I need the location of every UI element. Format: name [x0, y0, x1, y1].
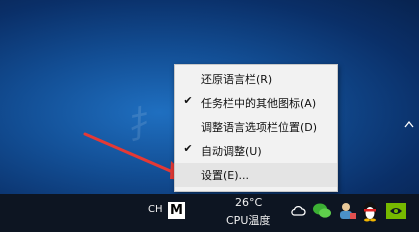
user-tool-icon[interactable]	[337, 201, 357, 221]
desktop-watermark: 扌	[121, 100, 168, 149]
taskbar: CH 26°C CPU温度	[0, 194, 419, 232]
ime-mode-icon[interactable]: M	[168, 202, 185, 219]
nvidia-icon[interactable]	[385, 202, 407, 220]
chevron-up-icon[interactable]	[403, 118, 415, 132]
menu-item-label: 设置(E)...	[201, 169, 250, 182]
menu-item-adjust-language-bar-position[interactable]: 调整语言选项栏位置(D)	[175, 115, 337, 139]
checkmark-icon: ✔	[183, 94, 193, 107]
language-bar-context-menu: 还原语言栏(R) ✔ 任务栏中的其他图标(A) 调整语言选项栏位置(D) ✔ 自…	[174, 64, 338, 192]
language-indicator[interactable]: CH	[148, 204, 163, 215]
menu-item-label: 自动调整(U)	[201, 145, 262, 158]
menu-item-restore-language-bar[interactable]: 还原语言栏(R)	[175, 67, 337, 91]
menu-item-auto-adjust[interactable]: ✔ 自动调整(U)	[175, 139, 337, 163]
menu-item-label: 还原语言栏(R)	[201, 73, 273, 86]
menu-item-other-taskbar-icons[interactable]: ✔ 任务栏中的其他图标(A)	[175, 91, 337, 115]
cpu-temperature-label: CPU温度	[226, 214, 271, 227]
checkmark-icon: ✔	[183, 142, 193, 155]
menu-item-label: 调整语言选项栏位置(D)	[201, 121, 318, 134]
qq-penguin-icon[interactable]	[361, 200, 379, 222]
onedrive-cloud-icon[interactable]	[290, 204, 306, 218]
menu-item-settings[interactable]: 设置(E)...	[175, 163, 337, 187]
wechat-icon[interactable]	[312, 202, 332, 220]
cpu-temperature-value: 26°C	[235, 196, 263, 209]
menu-item-label: 任务栏中的其他图标(A)	[201, 97, 317, 110]
